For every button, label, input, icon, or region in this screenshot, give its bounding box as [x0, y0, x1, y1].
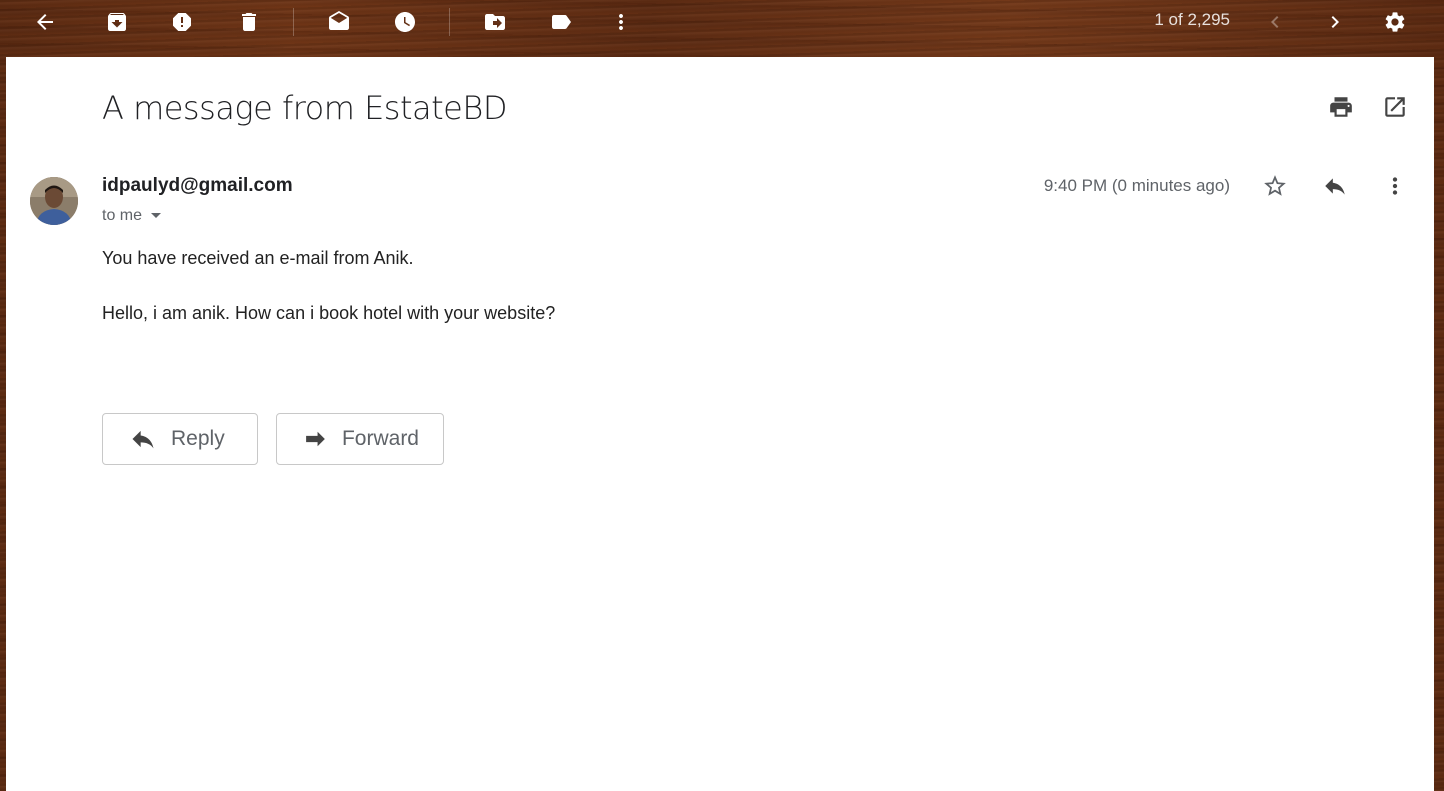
mark-unread-icon[interactable]	[319, 2, 359, 42]
toolbar-divider	[449, 8, 450, 36]
email-timestamp: 9:40 PM (0 minutes ago)	[1043, 176, 1230, 195]
message-panel: A message from EstateBD idpaulyd@gmail.c…	[6, 57, 1434, 791]
reply-button-label: Reply	[171, 427, 225, 450]
body-paragraph: You have received an e-mail from Anik.	[102, 248, 414, 268]
star-icon[interactable]	[1255, 166, 1295, 206]
newer-chevron-icon[interactable]	[1255, 2, 1295, 42]
delete-icon[interactable]	[229, 2, 269, 42]
body-paragraph: Hello, i am anik. How can i book hotel w…	[102, 303, 556, 324]
archive-icon[interactable]	[97, 2, 137, 42]
forward-button[interactable]: Forward	[276, 413, 444, 465]
open-new-window-icon[interactable]	[1375, 87, 1415, 127]
older-chevron-icon[interactable]	[1315, 2, 1355, 42]
recipient-label: to me	[102, 207, 143, 224]
move-to-icon[interactable]	[475, 2, 515, 42]
email-subject: A message from EstateBD	[102, 89, 507, 127]
toolbar-divider	[293, 8, 294, 36]
report-spam-icon[interactable]	[162, 2, 202, 42]
message-counter: 1 of 2,295	[1154, 10, 1230, 29]
labels-icon[interactable]	[541, 2, 581, 42]
dropdown-caret-icon	[151, 213, 162, 218]
forward-button-label: Forward	[341, 427, 419, 450]
print-icon[interactable]	[1321, 87, 1361, 127]
recipient-details[interactable]: to me	[102, 207, 162, 225]
reply-icon	[132, 430, 154, 449]
back-arrow-icon[interactable]	[25, 2, 65, 42]
snooze-icon[interactable]	[385, 2, 425, 42]
reply-button[interactable]: Reply	[102, 413, 258, 465]
sender-avatar[interactable]	[30, 177, 78, 225]
email-body: You have received an e-mail from Anik. H…	[102, 247, 555, 358]
sender-email[interactable]: idpaulyd@gmail.com	[102, 175, 293, 197]
more-vert-icon[interactable]	[601, 2, 641, 42]
more-options-icon[interactable]	[1375, 166, 1415, 206]
toolbar: 1 of 2,295	[0, 0, 1444, 44]
forward-icon	[306, 431, 325, 447]
reply-icon[interactable]	[1315, 166, 1355, 206]
settings-gear-icon[interactable]	[1375, 2, 1415, 42]
